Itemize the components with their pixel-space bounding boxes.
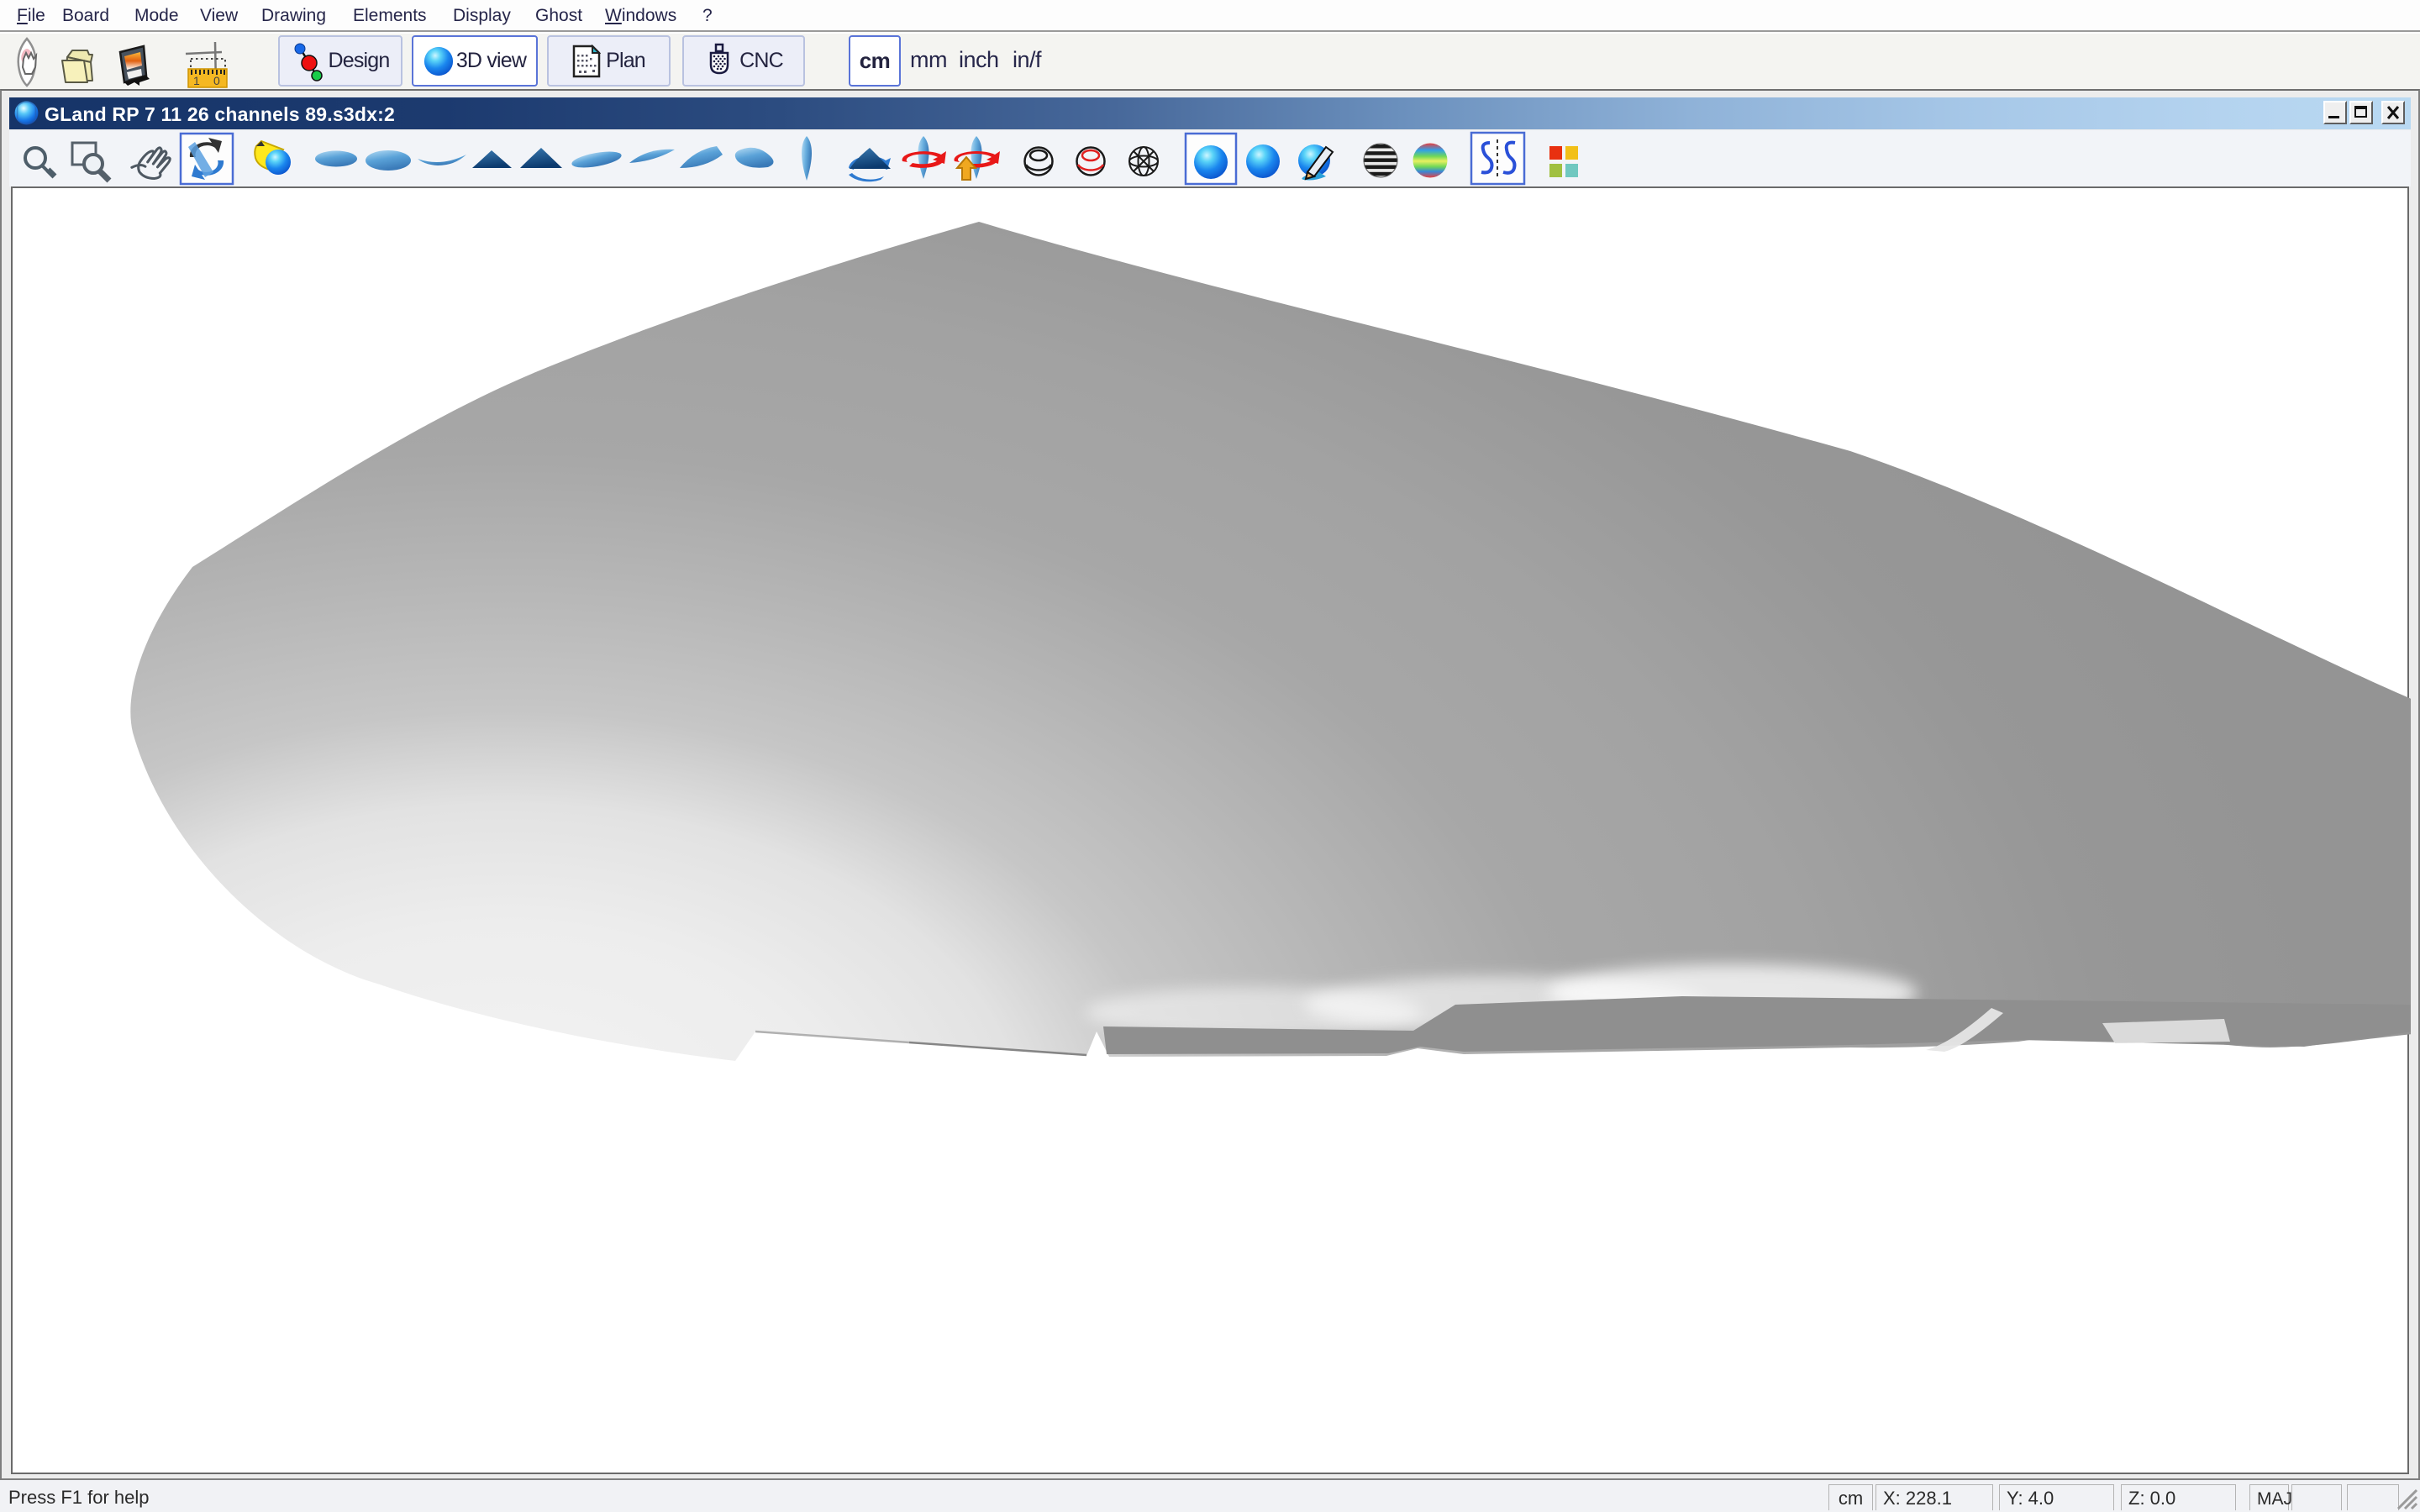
- svg-text:1: 1: [193, 74, 200, 87]
- svg-text:0: 0: [213, 74, 220, 87]
